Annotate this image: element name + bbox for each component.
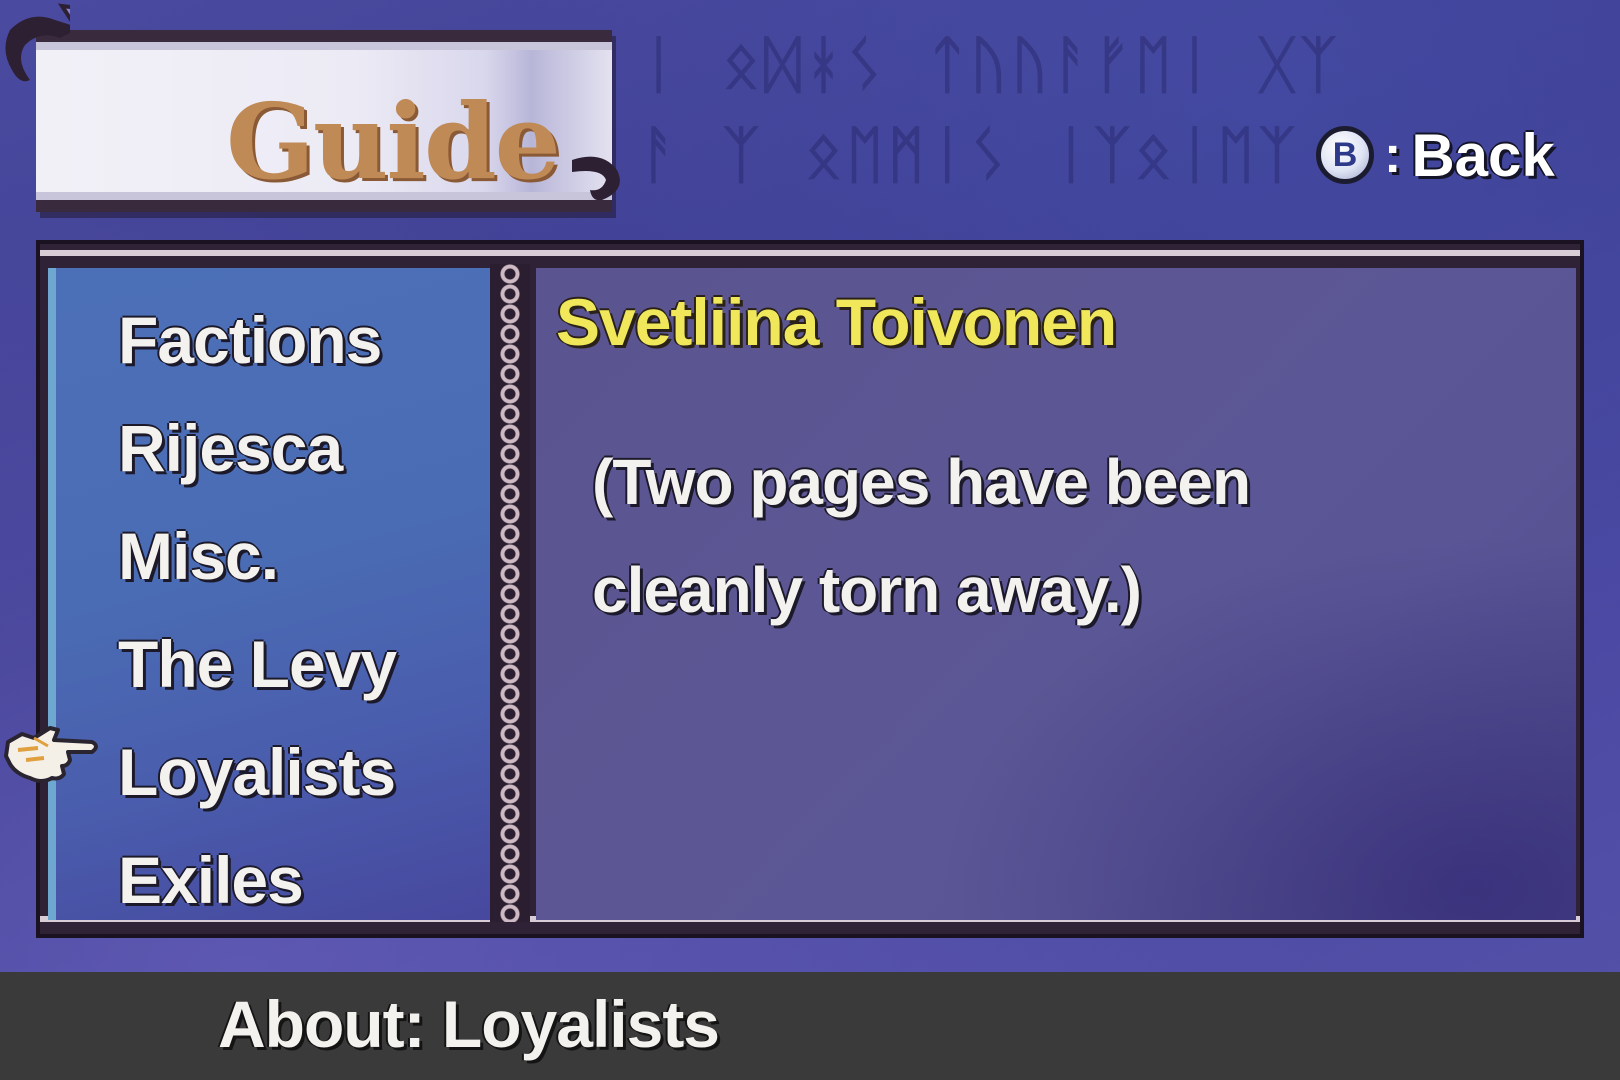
category-list: Factions Rijesca Misc. The Levy Loyalist… bbox=[118, 286, 397, 934]
help-bar: About: Loyalists bbox=[0, 972, 1620, 1080]
menu-item-factions[interactable]: Factions bbox=[118, 286, 396, 394]
menu-item-loyalists[interactable]: Loyalists bbox=[118, 718, 396, 826]
help-text: About: Loyalists bbox=[218, 987, 720, 1061]
entry-body: (Two pages have been cleanly torn away.) bbox=[592, 428, 1352, 644]
menu-item-exiles[interactable]: Exiles bbox=[118, 826, 396, 934]
entry-title: Svetliina Toivonen bbox=[556, 285, 1117, 359]
entry-content-panel: Svetliina Toivonen (Two pages have been … bbox=[536, 268, 1576, 920]
b-button-icon: B bbox=[1316, 126, 1374, 184]
entry-body-line-2: cleanly torn away.) bbox=[592, 554, 1142, 626]
back-separator: : bbox=[1384, 126, 1402, 184]
menu-item-rijesca[interactable]: Rijesca bbox=[118, 394, 396, 502]
game-screen: ᛁ ᛟᛞᚼᛊ ᛏᚢᚢᚨᚠᛖᛁ ᚷᛉ ᚨ ᛉ ᛟᛖᛗᛁᛊ ᛁᛉᛟᛁᛖᛉ Guide… bbox=[0, 0, 1620, 1080]
entry-body-line-1: (Two pages have been bbox=[592, 446, 1251, 518]
menu-item-misc[interactable]: Misc. bbox=[118, 502, 396, 610]
banner-ornament-right-icon bbox=[572, 156, 620, 201]
page-title: Guide bbox=[226, 80, 561, 203]
title-banner: Guide bbox=[36, 30, 612, 212]
back-button[interactable]: B : Back bbox=[1316, 120, 1555, 190]
category-menu: Factions Rijesca Misc. The Levy Loyalist… bbox=[48, 268, 490, 920]
banner-ornament-left-icon bbox=[5, 3, 70, 82]
pointing-hand-icon bbox=[4, 726, 98, 783]
frame-border-top bbox=[40, 250, 1580, 256]
menu-item-the-levy[interactable]: The Levy bbox=[118, 610, 397, 718]
back-label: Back bbox=[1411, 121, 1555, 189]
panel-divider-chain bbox=[490, 264, 530, 922]
chain-links bbox=[498, 264, 522, 922]
